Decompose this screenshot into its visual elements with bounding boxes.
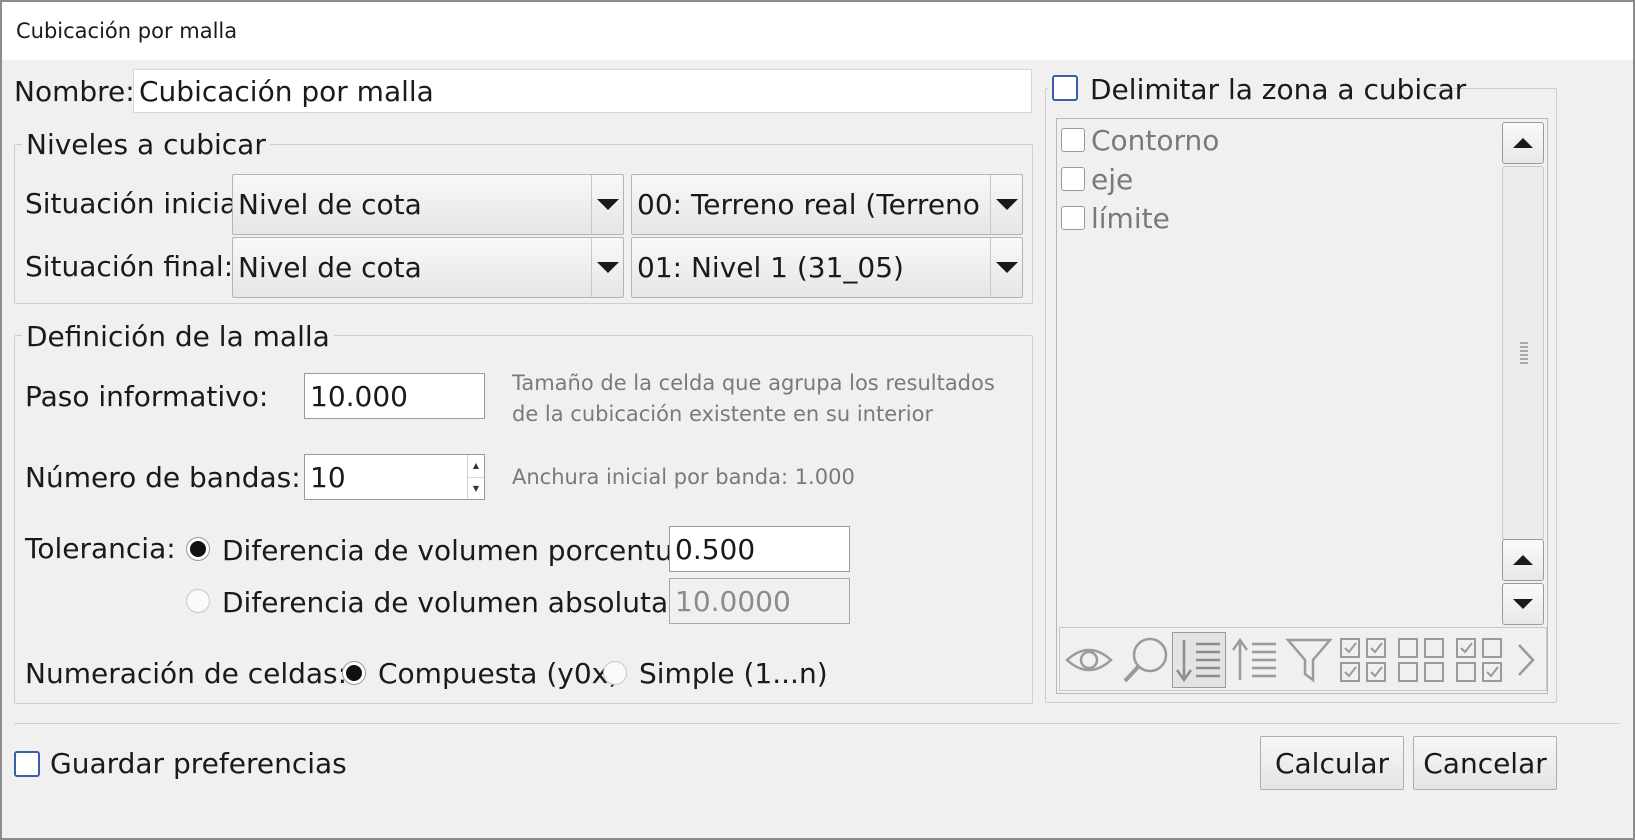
name-input-value: Cubicación por malla <box>139 74 434 108</box>
final-level-value: 01: Nivel 1 (31_05) <box>637 251 904 284</box>
step-label: Paso informativo: <box>25 380 269 413</box>
initial-type-select[interactable]: Nivel de cota <box>232 174 624 235</box>
cancel-button[interactable]: Cancelar <box>1413 736 1557 790</box>
numbering-label: Numeración de celdas: <box>25 657 348 690</box>
eye-icon[interactable] <box>1062 632 1116 688</box>
numbering-simple-label: Simple (1...n) <box>639 657 828 690</box>
chevron-right-icon[interactable] <box>1506 632 1546 688</box>
filter-icon[interactable] <box>1282 632 1336 688</box>
chevron-down-icon <box>591 238 623 297</box>
tolerance-label: Tolerancia: <box>25 532 176 565</box>
bands-hint: Anchura inicial por banda: 1.000 <box>512 465 855 489</box>
final-type-value: Nivel de cota <box>238 251 422 284</box>
scroll-down-button[interactable] <box>1502 583 1544 625</box>
numbering-compound-radio[interactable] <box>342 661 366 685</box>
tolerance-percent-radio[interactable] <box>186 537 210 561</box>
layers-scrollbar[interactable] <box>1500 120 1546 626</box>
tolerance-absolute-radio[interactable] <box>186 589 210 613</box>
numbering-simple-radio[interactable] <box>603 661 627 685</box>
bands-spin-buttons: ▲ ▼ <box>467 455 484 499</box>
chevron-down-icon <box>1513 599 1533 609</box>
tolerance-absolute-label: Diferencia de volumen absoluta: <box>222 586 678 619</box>
tolerance-percent-input[interactable]: 0.500 <box>669 526 850 572</box>
levels-group-title: Niveles a cubicar <box>22 128 270 161</box>
final-type-select[interactable]: Nivel de cota <box>232 237 624 298</box>
chevron-down-icon <box>990 175 1022 234</box>
layer-label-eje: eje <box>1091 163 1134 196</box>
zone-checkbox-label: Delimitar la zona a cubicar <box>1090 73 1467 106</box>
tolerance-percent-label: Diferencia de volumen porcentual: <box>222 534 708 567</box>
layers-toolbar <box>1059 627 1547 691</box>
window-title: Cubicación por malla <box>16 19 238 43</box>
initial-type-value: Nivel de cota <box>238 188 422 221</box>
chevron-down-icon <box>591 175 623 234</box>
tolerance-absolute-value: 10.0000 <box>675 584 791 618</box>
title-bar[interactable]: Cubicación por malla <box>2 2 1633 60</box>
layer-checkbox-limite[interactable] <box>1061 206 1085 230</box>
initial-level-value: 00: Terreno real (Terreno inicial) <box>637 188 988 221</box>
sort-ascending-icon[interactable] <box>1228 632 1282 688</box>
chevron-up-icon <box>1513 138 1533 148</box>
bands-stepper-value: 10 <box>310 460 346 494</box>
chevron-down-icon <box>990 238 1022 297</box>
initial-level-select[interactable]: 00: Terreno real (Terreno inicial) <box>631 174 1023 235</box>
scroll-up-button[interactable] <box>1502 539 1544 581</box>
save-preferences-checkbox[interactable] <box>14 751 40 777</box>
calculate-button[interactable]: Calcular <box>1260 736 1404 790</box>
uncheck-all-icon[interactable] <box>1394 632 1450 688</box>
final-situation-label: Situación final: <box>25 250 234 283</box>
grip-icon <box>1520 342 1528 364</box>
spin-down-icon[interactable]: ▼ <box>468 476 484 500</box>
footer-separator <box>14 723 1619 724</box>
sort-descending-icon[interactable] <box>1172 632 1226 688</box>
layer-checkbox-eje[interactable] <box>1061 167 1085 191</box>
numbering-compound-label: Compuesta (y0x) <box>378 657 620 690</box>
bands-stepper[interactable]: 10 ▲ ▼ <box>304 454 485 500</box>
layers-list: Contorno eje límite <box>1056 118 1548 694</box>
scroll-track[interactable] <box>1502 166 1544 540</box>
mesh-group-title: Definición de la malla <box>22 320 334 353</box>
scroll-top-button[interactable] <box>1502 122 1544 164</box>
step-hint: Tamaño de la celda que agrupa los result… <box>512 371 995 426</box>
toggle-check-icon[interactable] <box>1452 632 1508 688</box>
tolerance-absolute-input: 10.0000 <box>669 578 850 624</box>
layer-checkbox-contorno[interactable] <box>1061 128 1085 152</box>
save-preferences-label: Guardar preferencias <box>50 747 347 780</box>
layer-label-limite: límite <box>1091 202 1170 235</box>
step-input-value: 10.000 <box>310 379 408 413</box>
dialog-window: Cubicación por malla Nombre: Cubicación … <box>0 0 1635 840</box>
name-label: Nombre: <box>14 75 135 108</box>
chevron-up-icon <box>1513 555 1533 565</box>
layer-label-contorno: Contorno <box>1091 124 1220 157</box>
spin-up-icon[interactable]: ▲ <box>468 455 484 477</box>
bands-label: Número de bandas: <box>25 461 301 494</box>
final-level-select[interactable]: 01: Nivel 1 (31_05) <box>631 237 1023 298</box>
initial-situation-label: Situación inicial: <box>25 187 255 220</box>
check-all-icon[interactable] <box>1336 632 1392 688</box>
zone-checkbox[interactable] <box>1052 75 1078 101</box>
search-icon[interactable] <box>1118 632 1172 688</box>
step-input[interactable]: 10.000 <box>304 373 485 419</box>
tolerance-percent-value: 0.500 <box>675 532 756 566</box>
name-input[interactable]: Cubicación por malla <box>133 69 1032 113</box>
